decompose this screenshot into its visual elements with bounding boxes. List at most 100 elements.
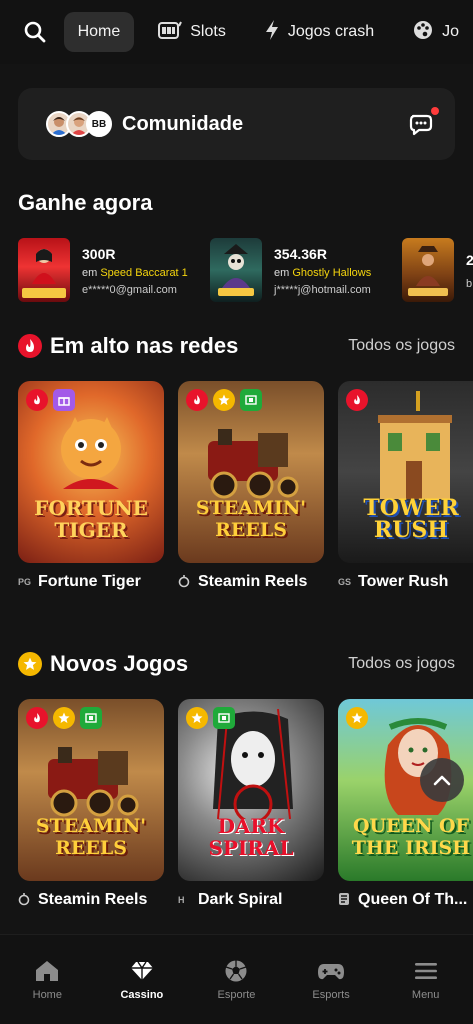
feature-icon (80, 707, 102, 729)
hot-icon (26, 707, 48, 729)
nav-tab-home-label: Home (77, 23, 121, 40)
bottom-nav-esports[interactable]: Esports (284, 935, 379, 1024)
game-name: Steamin Reels (38, 891, 148, 908)
winner-email: e*****0@gmail.com (82, 284, 177, 296)
bottom-nav-home[interactable]: Home (0, 935, 95, 1024)
community-avatars: BB (46, 111, 112, 137)
winner-amount: 2 (466, 252, 473, 268)
bottom-navigation: Home Cassino Esporte Esports Menu (0, 934, 473, 1024)
game-name: Steamin Reels (198, 573, 308, 590)
avatar: BB (86, 111, 112, 137)
winner-item[interactable]: 2 b (402, 238, 473, 304)
new-games-row: STEAMIN' REELS Steamin Reels DARK SPIRAL… (18, 699, 473, 909)
provider-logo: PG (18, 577, 32, 587)
game-card-title: STEAMIN' REELS (195, 497, 307, 541)
provider-logo (178, 574, 192, 590)
nav-tab-slots-label: Slots (190, 23, 226, 40)
fire-icon (18, 334, 42, 358)
game-card-title: FORTUNE TIGER (34, 496, 148, 542)
chevron-up-icon (433, 775, 451, 786)
community-title: Comunidade (122, 112, 244, 135)
star-icon (186, 707, 208, 729)
game-tile[interactable]: FORTUNE TIGER PG Fortune Tiger (18, 381, 164, 591)
search-icon[interactable] (22, 17, 48, 47)
winner-game: em Speed Baccarat 1 (82, 267, 188, 279)
winner-game-name[interactable]: Speed Baccarat 1 (100, 267, 187, 279)
winner-item[interactable]: 300R em Speed Baccarat 1 e*****0@gmail.c… (18, 238, 210, 304)
winner-game-name[interactable]: Ghostly Hallows (292, 267, 371, 279)
hamburger-menu-icon (414, 959, 438, 983)
game-name: Tower Rush (358, 573, 449, 590)
game-card[interactable]: DARK SPIRAL (178, 699, 324, 881)
gamepad-icon (317, 959, 345, 983)
new-games-title: Novos Jogos (50, 651, 189, 676)
new-games-all-games-link[interactable]: Todos os jogos (348, 655, 455, 673)
star-icon (18, 652, 42, 676)
star-icon (53, 707, 75, 729)
soccer-ball-icon (224, 959, 248, 983)
game-tile[interactable]: DARK SPIRAL H Dark Spiral (178, 699, 324, 909)
gift-icon (53, 389, 75, 411)
winner-email: j*****j@hotmail.com (274, 284, 371, 296)
game-tile[interactable]: STEAMIN' REELS Steamin Reels (178, 381, 324, 591)
game-card-title: DARK SPIRAL (208, 814, 294, 860)
scroll-to-top-button[interactable] (420, 758, 464, 802)
winners-title: Ganhe agora (18, 190, 153, 215)
winners-list: 300R em Speed Baccarat 1 e*****0@gmail.c… (18, 238, 473, 304)
game-tile[interactable]: TOWER RUSH GS Tower Rush (338, 381, 473, 591)
trending-title: Em alto nas redes (50, 333, 239, 358)
winner-game-prefix: em (274, 267, 290, 279)
game-card[interactable]: FORTUNE TIGER (18, 381, 164, 563)
notification-dot (431, 107, 439, 115)
winner-game-prefix: em (82, 267, 98, 279)
trending-games-row: FORTUNE TIGER PG Fortune Tiger STEAMIN' … (18, 381, 473, 591)
bottom-nav-sports[interactable]: Esporte (189, 935, 284, 1024)
game-card[interactable]: TOWER RUSH (338, 381, 473, 563)
game-card-title: QUEEN OF THE IRISH (351, 815, 471, 859)
winner-game-thumbnail (18, 238, 70, 302)
game-name: Dark Spiral (198, 891, 283, 908)
feature-icon (240, 389, 262, 411)
winner-email: b (466, 278, 473, 290)
star-icon (346, 707, 368, 729)
slot-machine-icon (158, 20, 183, 45)
diamond-icon (130, 959, 154, 983)
bottom-nav-menu[interactable]: Menu (378, 935, 473, 1024)
winner-game: em Ghostly Hallows (274, 267, 371, 279)
game-card-title: TOWER RUSH (363, 495, 459, 543)
bottom-nav-casino[interactable]: Cassino (95, 935, 190, 1024)
community-banner[interactable]: BB Comunidade (18, 88, 455, 160)
chat-icon[interactable] (407, 107, 439, 139)
game-card[interactable]: STEAMIN' REELS (178, 381, 324, 563)
nav-tab-crash-games-label: Jogos crash (287, 23, 375, 40)
winner-amount: 354.36R (274, 246, 327, 262)
game-tile[interactable]: STEAMIN' REELS Steamin Reels (18, 699, 164, 909)
trending-all-games-link[interactable]: Todos os jogos (348, 337, 455, 355)
bottom-nav-sports-label: Esporte (217, 988, 256, 1001)
bottom-nav-esports-label: Esports (312, 988, 350, 1001)
winner-game-thumbnail (402, 238, 454, 302)
nav-tab-more[interactable]: Jo (398, 12, 473, 52)
trending-header: Em alto nas redes Todos os jogos (18, 333, 455, 359)
bottom-nav-casino-label: Cassino (120, 988, 164, 1001)
feature-icon (213, 707, 235, 729)
winner-amount: 300R (82, 246, 116, 262)
bottom-nav-home-label: Home (32, 988, 62, 1001)
game-tile[interactable]: QUEEN OF THE IRISH Queen Of Th... (338, 699, 473, 909)
provider-logo: GS (338, 577, 352, 587)
provider-logo (338, 892, 352, 908)
winner-item[interactable]: 354.36R em Ghostly Hallows j*****j@hotma… (210, 238, 402, 304)
bottom-nav-menu-label: Menu (411, 988, 440, 1001)
lightning-icon (264, 19, 280, 46)
game-card[interactable]: STEAMIN' REELS (18, 699, 164, 881)
nav-tab-crash-games[interactable]: Jogos crash (250, 12, 388, 52)
hot-icon (186, 389, 208, 411)
game-card-title: STEAMIN' REELS (35, 815, 147, 859)
provider-logo (18, 892, 32, 908)
game-name: Queen Of Th... (358, 891, 468, 908)
palette-icon (412, 19, 434, 46)
star-icon (213, 389, 235, 411)
nav-tab-slots[interactable]: Slots (144, 12, 240, 52)
nav-tab-home[interactable]: Home (63, 12, 135, 52)
top-navigation: Home Slots Jogos crash Jo (0, 0, 473, 64)
